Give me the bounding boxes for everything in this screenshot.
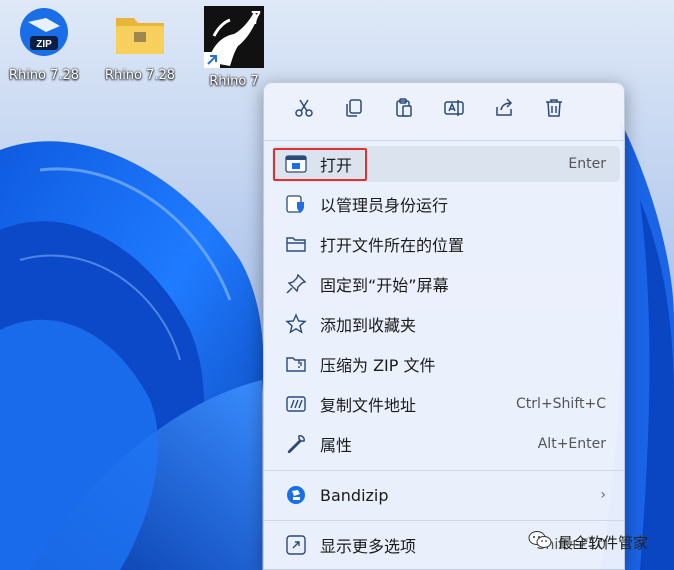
rename-icon xyxy=(443,97,465,123)
share-icon xyxy=(493,97,515,123)
menu-item-label: Bandizip xyxy=(320,485,389,505)
pin-icon xyxy=(284,272,308,296)
menu-item-copy-path[interactable]: 复制文件地址 Ctrl+Shift+C xyxy=(272,386,620,422)
menu-separator xyxy=(264,470,624,471)
menu-item-pin-to-start[interactable]: 固定到“开始”屏幕 xyxy=(272,266,620,302)
desktop-icon-label: Rhino 7.28 xyxy=(8,68,80,83)
menu-item-bandizip[interactable]: Bandizip › xyxy=(272,477,620,513)
menu-item-properties[interactable]: 属性 Alt+Enter xyxy=(272,426,620,462)
menu-item-run-as-admin[interactable]: 以管理员身份运行 xyxy=(272,186,620,222)
folder-outline-icon xyxy=(284,232,308,256)
menu-item-label: 添加到收藏夹 xyxy=(320,316,417,335)
watermark-text: 最全软件管家 xyxy=(558,533,649,552)
menu-item-label: 复制文件地址 xyxy=(320,396,417,415)
rename-button[interactable] xyxy=(439,95,469,125)
cut-button[interactable] xyxy=(289,95,319,125)
bandizip-icon xyxy=(284,483,308,507)
delete-icon xyxy=(543,97,565,123)
zip-archive-icon: ZIP xyxy=(16,6,72,62)
folder-icon xyxy=(112,6,168,62)
chevron-right-icon: › xyxy=(600,487,606,503)
paste-icon xyxy=(393,97,415,123)
menu-item-compress-zip[interactable]: 压缩为 ZIP 文件 xyxy=(272,346,620,382)
annotation-highlight-box xyxy=(273,148,367,181)
menu-item-label: 属性 xyxy=(320,436,353,455)
menu-item-label: 压缩为 ZIP 文件 xyxy=(320,356,436,375)
wechat-icon xyxy=(528,530,552,554)
menu-item-label: 打开文件所在的位置 xyxy=(320,236,465,255)
delete-button[interactable] xyxy=(539,95,569,125)
star-icon xyxy=(284,312,308,336)
menu-item-open-file-location[interactable]: 打开文件所在的位置 xyxy=(272,226,620,262)
desktop-icon-label: Rhino 7.28 xyxy=(104,68,176,83)
expand-icon xyxy=(284,533,308,557)
copy-icon xyxy=(343,97,365,123)
context-menu-toolbar xyxy=(274,95,574,125)
menu-item-label: 固定到“开始”屏幕 xyxy=(320,276,449,295)
zip-folder-icon xyxy=(284,352,308,376)
share-button[interactable] xyxy=(489,95,519,125)
rhino-app-icon: 7 xyxy=(204,6,264,68)
desktop-icon-rhino-folder[interactable]: Rhino 7.28 xyxy=(98,6,182,83)
menu-separator xyxy=(264,140,624,141)
menu-item-shortcut: Alt+Enter xyxy=(537,436,606,452)
desktop-icon-rhino-zip[interactable]: ZIP Rhino 7.28 xyxy=(2,6,86,83)
menu-item-shortcut: Ctrl+Shift+C xyxy=(516,396,606,412)
menu-item-label: 以管理员身份运行 xyxy=(320,196,449,215)
cut-icon xyxy=(293,97,315,123)
copy-path-icon xyxy=(284,392,308,416)
menu-separator xyxy=(264,520,624,521)
menu-item-add-to-favorites[interactable]: 添加到收藏夹 xyxy=(272,306,620,342)
svg-text:7: 7 xyxy=(251,8,261,28)
copy-button[interactable] xyxy=(339,95,369,125)
svg-text:ZIP: ZIP xyxy=(36,39,52,50)
watermark: 最全软件管家 xyxy=(528,528,648,556)
paste-button[interactable] xyxy=(389,95,419,125)
menu-item-shortcut: Enter xyxy=(568,156,606,172)
menu-item-label: 显示更多选项 xyxy=(320,537,417,556)
desktop-icon-rhino-app[interactable]: 7 Rhino 7 xyxy=(192,6,276,89)
wrench-icon xyxy=(284,432,308,456)
shield-icon xyxy=(284,192,308,216)
